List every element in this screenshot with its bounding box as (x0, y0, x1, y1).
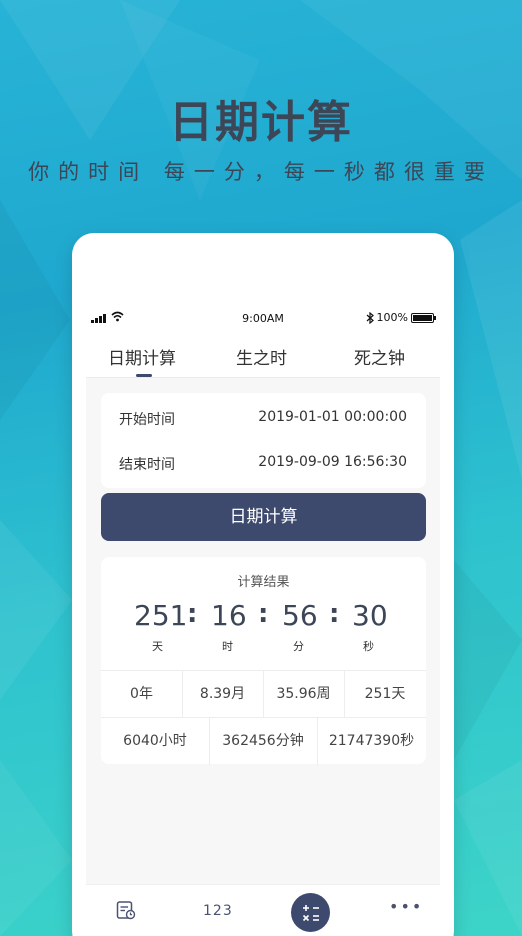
bottom-nav: 123 ••• (86, 884, 440, 936)
result-hours: 6040小时 (123, 733, 187, 749)
time-input-card: 开始时间 2019-01-01 00:00:00 结束时间 2019-09-09… (101, 393, 426, 488)
end-time-row[interactable]: 结束时间 2019-09-09 16:56:30 (101, 444, 426, 480)
seconds-unit: 秒 (363, 640, 374, 653)
colon-separator: : (258, 599, 269, 629)
result-months: 8.39月 (199, 686, 246, 702)
result-card: 计算结果 251 天 : 16 时 : 56 分 : 30 秒 0年 8.39月… (101, 557, 426, 765)
tab-date-calc[interactable]: 日期计算 (108, 344, 176, 369)
days-unit: 天 (152, 640, 163, 653)
more-icon[interactable]: ••• (389, 897, 423, 916)
days-value: 251 (134, 599, 188, 632)
result-days: 251天 (364, 686, 406, 702)
end-time-value[interactable]: 2019-09-09 16:56:30 (258, 454, 407, 470)
minutes-unit: 分 (293, 640, 304, 653)
bluetooth-icon (366, 311, 374, 324)
battery-percent: 100% (376, 311, 408, 324)
number-nav-button[interactable]: 123 (203, 903, 233, 919)
battery-icon (411, 312, 436, 323)
start-time-row[interactable]: 开始时间 2019-01-01 00:00:00 (101, 399, 426, 435)
colon-separator: : (329, 599, 340, 629)
app-screen: 9:00AM 100% 日期计算 生之时 死之钟 开始时间 2019-01-01… (86, 306, 440, 936)
tab-life-time[interactable]: 生之时 (236, 344, 287, 369)
calendar-clock-icon[interactable] (116, 900, 136, 920)
calculator-icon (302, 904, 319, 921)
hero-subtitle: 你的时间 每一分，每一秒都很重要 (28, 160, 494, 184)
active-tab-indicator (136, 374, 152, 377)
hours-unit: 时 (222, 640, 233, 653)
start-time-value[interactable]: 2019-01-01 00:00:00 (258, 409, 407, 425)
status-bar: 9:00AM 100% (86, 306, 440, 332)
result-seconds: 21747390秒 (328, 733, 415, 749)
result-row-units: 0年 8.39月 35.96周 251天 (101, 670, 426, 718)
tab-bar: 日期计算 生之时 死之钟 (86, 332, 440, 378)
calculate-button[interactable]: 日期计算 (101, 493, 426, 541)
colon-separator: : (187, 599, 198, 629)
tab-death-clock[interactable]: 死之钟 (354, 344, 405, 369)
result-years: 0年 (130, 686, 153, 702)
calculator-button[interactable] (291, 893, 330, 932)
result-minutes: 362456分钟 (222, 733, 304, 749)
hours-value: 16 (211, 599, 247, 632)
hero-title: 日期计算 (169, 97, 353, 148)
result-weeks: 35.96周 (276, 686, 331, 702)
status-right: 100% (366, 311, 436, 324)
minutes-value: 56 (282, 599, 318, 632)
result-title: 计算结果 (237, 575, 290, 590)
end-time-label: 结束时间 (119, 457, 175, 473)
seconds-value: 30 (352, 599, 388, 632)
start-time-label: 开始时间 (119, 412, 175, 428)
result-row-small-units: 6040小时 362456分钟 21747390秒 (101, 717, 426, 765)
